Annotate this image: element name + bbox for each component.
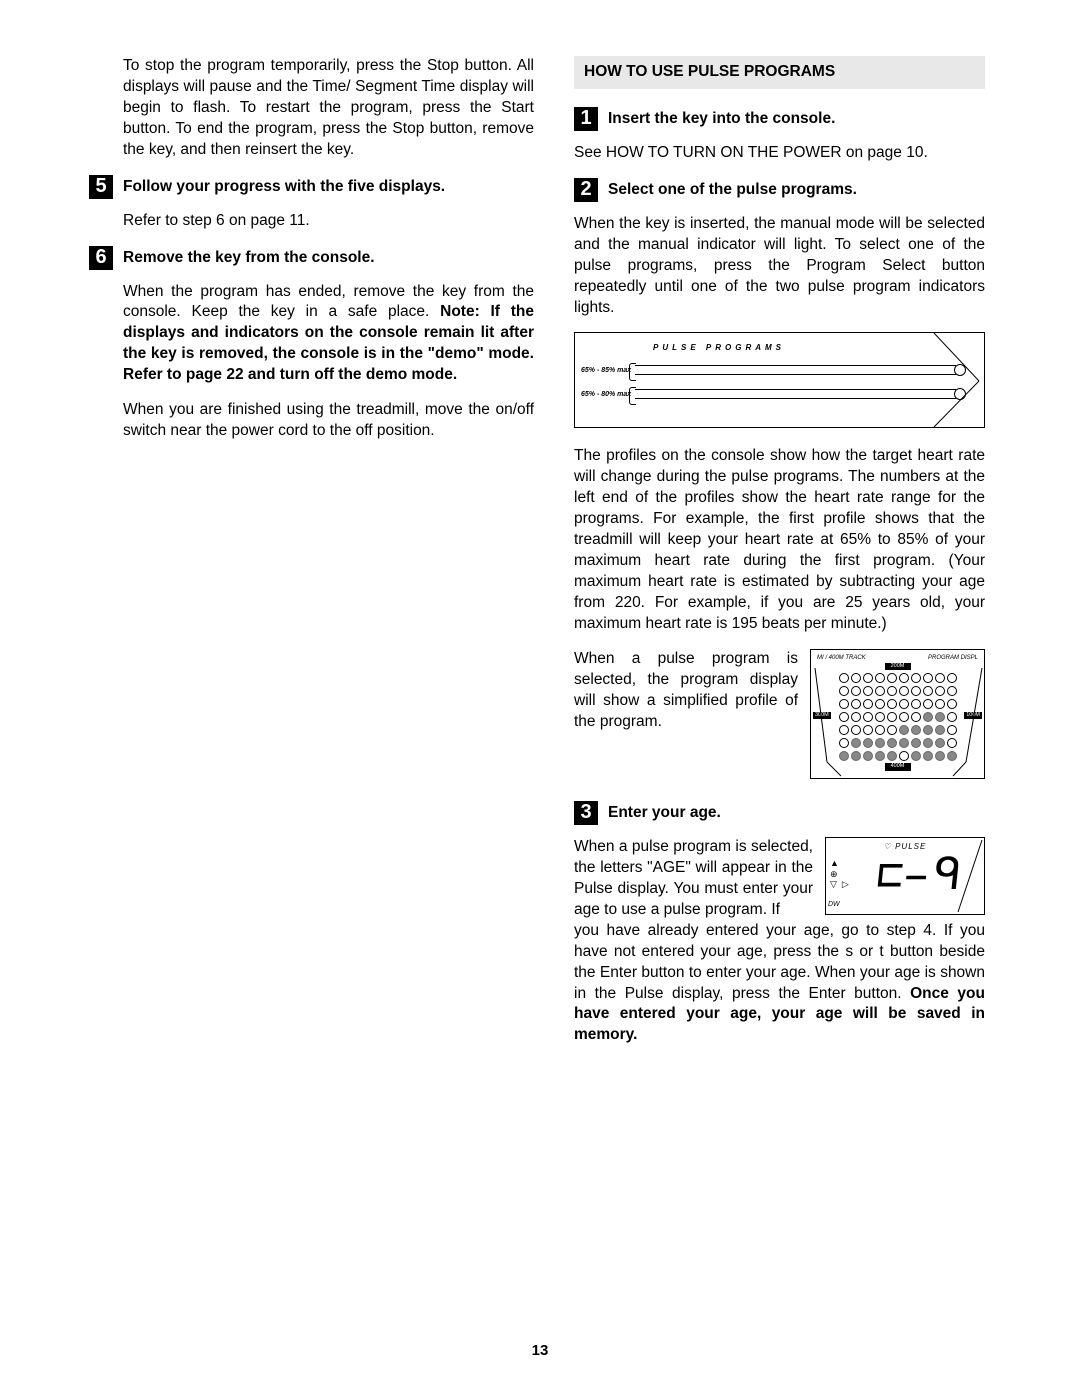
step-1-title: Insert the key into the console. [608,107,835,130]
step-2-body2: The profiles on the console show how the… [574,446,985,634]
right-column: HOW TO USE PULSE PROGRAMS 1 Insert the k… [574,56,985,1060]
track-bottom-label: 400M [885,763,911,770]
pulse-row-1: 65% - 85% max [635,360,966,380]
intro-paragraph: To stop the program temporarily, press t… [123,56,534,161]
track-display-diagram: MI / 400M TRACK PROGRAM DISPL 200M 300M … [810,649,985,779]
left-column: To stop the program temporarily, press t… [95,56,534,1060]
section-header: HOW TO USE PULSE PROGRAMS [574,56,985,89]
track-top-label: 200M [885,663,911,670]
step-2-header: 2 Select one of the pulse programs. [574,178,985,202]
step-2-profile-block: MI / 400M TRACK PROGRAM DISPL 200M 300M … [574,649,985,787]
step-5-header: 5 Follow your progress with the five dis… [89,175,534,199]
step-2-body1: When the key is inserted, the manual mod… [574,214,985,319]
mid-text: or [853,943,879,960]
step-3-header: 3 Enter your age. [574,801,985,825]
track-hdr-left: MI / 400M TRACK [817,654,866,662]
pulse-row-2: 65% - 80% max [635,384,966,404]
pulse-programs-diagram: PULSE PROGRAMS 65% - 85% max 65% - 80% m… [574,332,985,428]
pulse-bar-icon [635,365,956,375]
step-1-body: See HOW TO TURN ON THE POWER on page 10. [574,143,985,164]
step-3-title: Enter your age. [608,801,721,824]
track-right-label: 100M [964,712,982,719]
track-left-label: 300M [813,712,831,719]
diagram-edge-lines-icon [924,333,984,427]
step-6-header: 6 Remove the key from the console. [89,246,534,270]
step-number-icon: 5 [89,175,113,199]
step-1-header: 1 Insert the key into the console. [574,107,985,131]
step-5-title: Follow your progress with the five displ… [123,175,445,198]
pulse-label-1: 65% - 85% max [581,366,631,375]
step-number-icon: 2 [574,178,598,202]
page-content: To stop the program temporarily, press t… [0,0,1080,1090]
step-3-age-block: PULSE ▲⊕▽ ▷ ⊏̵ᑫ DW When a pulse program … [574,837,985,921]
step-6-title: Remove the key from the console. [123,246,375,269]
step-number-icon: 6 [89,246,113,270]
age-edge-line-icon [954,838,984,914]
pulse-label-2: 65% - 80% max [581,390,631,399]
pulse-bar-icon [635,389,956,399]
dot-matrix-icon [828,671,968,762]
step-number-icon: 3 [574,801,598,825]
step-3-body2: you have already entered your age, go to… [574,921,985,1047]
step-2-title: Select one of the pulse programs. [608,178,857,201]
step-6-body2: When you are finished using the treadmil… [123,400,534,442]
step-5-body: Refer to step 6 on page 11. [123,211,534,232]
up-symbol: s [845,943,853,960]
track-header: MI / 400M TRACK PROGRAM DISPL [817,654,978,662]
dw-label: DW [828,900,840,909]
step-number-icon: 1 [574,107,598,131]
step-6-body: When the program has ended, remove the k… [123,282,534,387]
page-number: 13 [0,1342,1080,1359]
track-hdr-right: PROGRAM DISPL [928,654,978,662]
pulse-age-display-diagram: PULSE ▲⊕▽ ▷ ⊏̵ᑫ DW [825,837,985,915]
diagram-header: PULSE PROGRAMS [653,343,966,354]
arrow-icons: ▲⊕▽ ▷ [830,858,849,890]
